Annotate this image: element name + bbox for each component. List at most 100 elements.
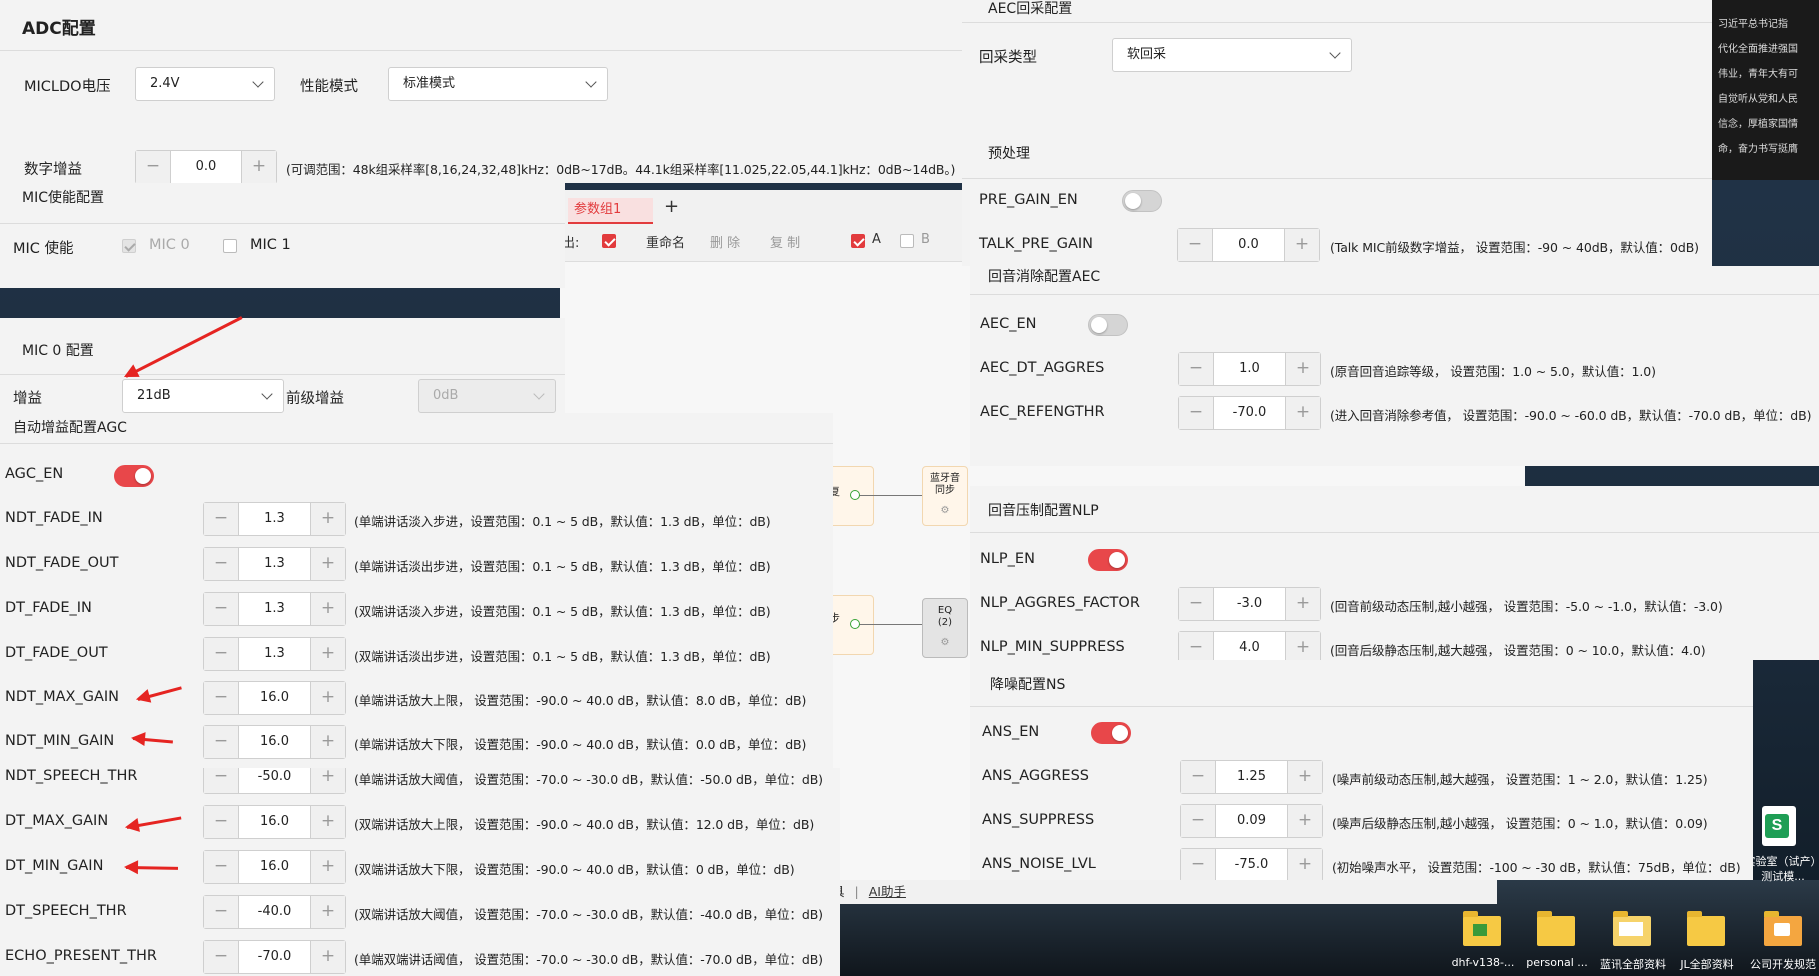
decrement-button[interactable]: − [204, 548, 239, 580]
param-stepper[interactable]: − 16.0 + [203, 681, 346, 715]
node-subtitle: 同步 [935, 485, 955, 496]
param-stepper[interactable]: − -40.0 + [203, 895, 346, 929]
copy-button[interactable]: 复 制 [770, 232, 800, 251]
param-stepper[interactable]: − -50.0 + [203, 768, 346, 794]
agc-en-toggle[interactable] [114, 465, 154, 487]
decrement-button[interactable]: − [136, 151, 171, 183]
increment-button[interactable]: + [1285, 353, 1320, 385]
increment-button[interactable]: + [1287, 805, 1322, 837]
increment-button[interactable]: + [310, 593, 345, 625]
param-stepper[interactable]: − 1.3 + [203, 547, 346, 581]
node-eq[interactable]: EQ (2) ⚙ [922, 598, 968, 658]
add-tab-button[interactable]: + [664, 196, 679, 217]
decrement-button[interactable]: − [204, 638, 239, 670]
delete-button[interactable]: 删 除 [710, 232, 740, 251]
param-value: 1.3 [264, 511, 285, 526]
increment-button[interactable]: + [310, 503, 345, 535]
increment-button[interactable]: + [310, 896, 345, 928]
mic0-checkbox[interactable] [122, 239, 136, 253]
param-stepper[interactable]: − -3.0 + [1178, 587, 1321, 621]
param-hint: (双端讲话淡入步进，设置范围：0.1 ~ 5 dB，默认值：1.3 dB，单位：… [354, 604, 771, 619]
mic-enable-panel: MIC使能配置 MIC 使能 MIC 0 MIC 1 [0, 183, 565, 288]
param-stepper[interactable]: − 16.0 + [203, 850, 346, 884]
export-checkbox[interactable] [602, 234, 616, 248]
param-stepper[interactable]: − 16.0 + [203, 805, 346, 839]
decrement-button[interactable]: − [1181, 761, 1216, 793]
talk-pre-gain-stepper[interactable]: − 0.0 + [1177, 228, 1320, 262]
param-stepper[interactable]: − 1.0 + [1178, 352, 1321, 386]
increment-button[interactable]: + [1287, 849, 1322, 880]
param-value: 16.0 [260, 814, 289, 829]
decrement-button[interactable]: − [204, 896, 239, 928]
param-stepper[interactable]: − 1.3 + [203, 502, 346, 536]
param-stepper[interactable]: − 1.25 + [1180, 760, 1323, 794]
decrement-button[interactable]: − [1181, 849, 1216, 880]
param-stepper[interactable]: − 16.0 + [203, 725, 346, 759]
decrement-button[interactable]: − [204, 726, 239, 758]
increment-button[interactable]: + [310, 806, 345, 838]
pre-gain-en-toggle[interactable] [1122, 190, 1162, 212]
increment-button[interactable]: + [1285, 397, 1320, 429]
increment-button[interactable]: + [310, 768, 345, 793]
desktop-icon-dhf[interactable]: dhf-v138-... [1448, 908, 1518, 976]
channel-a-checkbox[interactable] [851, 234, 865, 248]
decrement-button[interactable]: − [1179, 588, 1214, 620]
desktop-icon-lab[interactable]: S 实验室（试产）测试模... [1745, 806, 1819, 886]
mic1-checkbox[interactable] [223, 239, 237, 253]
ai-assistant-link[interactable]: AI助手 [869, 884, 906, 899]
param-label: DT_MAX_GAIN [5, 813, 109, 829]
param-stepper[interactable]: − 4.0 + [1178, 631, 1321, 660]
aec-type-select[interactable]: 软回采 [1112, 38, 1352, 72]
decrement-button[interactable]: − [204, 941, 239, 973]
desktop-icon-spec[interactable]: 公司开发规范 [1748, 908, 1818, 976]
increment-button[interactable]: + [310, 682, 345, 714]
param-stepper[interactable]: − -75.0 + [1180, 848, 1323, 880]
ns-title: 降噪配置NS [990, 677, 1066, 693]
channel-b-checkbox[interactable] [900, 234, 914, 248]
node-bluetooth-sync[interactable]: 蓝牙音 同步 ⚙ [922, 466, 968, 526]
param-stepper[interactable]: − -70.0 + [203, 940, 346, 974]
decrement-button[interactable]: − [1178, 229, 1213, 261]
decrement-button[interactable]: − [1181, 805, 1216, 837]
decrement-button[interactable]: − [204, 593, 239, 625]
param-stepper[interactable]: − -70.0 + [1178, 396, 1321, 430]
increment-button[interactable]: + [1285, 632, 1320, 660]
desktop-icon-personal[interactable]: personal ... [1522, 908, 1592, 976]
increment-button[interactable]: + [310, 726, 345, 758]
digital-gain-stepper[interactable]: − 0.0 + [135, 150, 277, 183]
decrement-button[interactable]: − [204, 682, 239, 714]
increment-button[interactable]: + [310, 941, 345, 973]
param-stepper[interactable]: − 1.3 + [203, 637, 346, 671]
pre-gain-select[interactable]: 0dB [418, 379, 556, 413]
param-value: 1.3 [264, 646, 285, 661]
increment-button[interactable]: + [1287, 761, 1322, 793]
increment-button[interactable]: + [1285, 588, 1320, 620]
increment-button[interactable]: + [310, 638, 345, 670]
decrement-button[interactable]: − [1179, 353, 1214, 385]
increment-button[interactable]: + [241, 151, 276, 183]
tab-param-group-1[interactable]: 参数组1 [568, 198, 653, 224]
decrement-button[interactable]: − [204, 806, 239, 838]
nlp-en-toggle[interactable] [1088, 549, 1128, 571]
desktop-icon-lanxun[interactable]: 蓝讯全部资料 [1598, 908, 1668, 976]
decrement-button[interactable]: − [1179, 397, 1214, 429]
increment-button[interactable]: + [310, 851, 345, 883]
aec-en-toggle[interactable] [1088, 314, 1128, 336]
param-stepper[interactable]: − 0.09 + [1180, 804, 1323, 838]
decrement-button[interactable]: − [1179, 632, 1214, 660]
param-hint: (回音前级动态压制,越小越强， 设置范围：-5.0 ~ -1.0，默认值：-3.… [1330, 599, 1723, 614]
param-hint: (回音后级静态压制,越大越强， 设置范围：0 ~ 10.0，默认值：4.0) [1330, 643, 1706, 658]
perf-mode-select[interactable]: 标准模式 [388, 67, 608, 101]
decrement-button[interactable]: − [204, 768, 239, 793]
decrement-button[interactable]: − [204, 503, 239, 535]
rename-button[interactable]: 重命名 [646, 232, 685, 251]
desktop-icon-jl[interactable]: JL全部资料 [1672, 908, 1742, 976]
increment-button[interactable]: + [1284, 229, 1319, 261]
decrement-button[interactable]: − [204, 851, 239, 883]
ans-en-toggle[interactable] [1091, 722, 1131, 744]
param-stepper[interactable]: − 1.3 + [203, 592, 346, 626]
micldo-select[interactable]: 2.4V [135, 67, 275, 101]
increment-button[interactable]: + [310, 548, 345, 580]
ns-config-panel: 降噪配置NS ANS_EN ANS_AGGRESS − 1.25 + (噪声前级动态… [970, 660, 1753, 880]
mic0-gain-select[interactable]: 21dB [122, 379, 284, 413]
